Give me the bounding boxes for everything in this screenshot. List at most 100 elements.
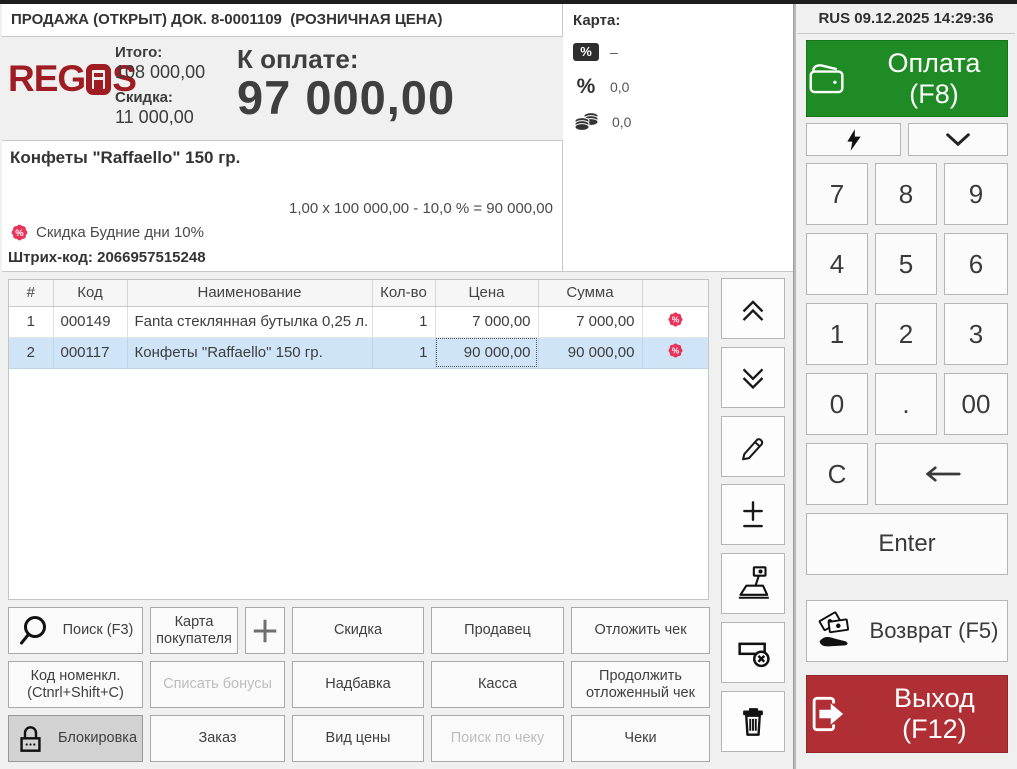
resume-held-receipt-button[interactable]: Продолжить отложенный чек bbox=[571, 661, 710, 708]
exit-door-icon bbox=[807, 692, 849, 736]
move-up-button[interactable] bbox=[721, 278, 785, 339]
move-down-button[interactable] bbox=[721, 347, 785, 408]
card-panel: Карта: % – % 0,0 0,0 bbox=[563, 4, 793, 272]
logo-text-left: REG bbox=[8, 58, 85, 100]
key-9[interactable]: 9 bbox=[944, 163, 1008, 225]
receipts-button[interactable]: Чеки bbox=[571, 715, 710, 762]
discount-total-label: Скидка: bbox=[115, 89, 173, 106]
card-discount-value: – bbox=[610, 44, 618, 60]
order-button[interactable]: Заказ bbox=[150, 715, 285, 762]
col-header-qty: Кол-во bbox=[372, 280, 435, 306]
to-pay-value: 97 000,00 bbox=[237, 70, 455, 125]
hold-receipt-button[interactable]: Отложить чек bbox=[571, 607, 710, 654]
key-enter[interactable]: Enter bbox=[806, 513, 1008, 575]
backspace-icon bbox=[919, 462, 965, 486]
lock-button-label: Блокировка bbox=[58, 730, 137, 747]
key-6[interactable]: 6 bbox=[944, 233, 1008, 295]
percent-icon: % bbox=[573, 77, 599, 97]
cell-discount-icon: % bbox=[642, 337, 708, 368]
cell-name: Конфеты "Raffaello" 150 гр. bbox=[127, 337, 372, 368]
cell-price: 7 000,00 bbox=[435, 306, 538, 337]
customer-card-button[interactable]: Карта покупателя bbox=[150, 607, 238, 654]
cell-code: 000149 bbox=[53, 306, 127, 337]
subtotal-label: Итого: bbox=[115, 44, 162, 61]
search-icon bbox=[18, 615, 52, 647]
cell-price-focused[interactable]: 90 000,00 bbox=[435, 337, 538, 368]
move-up-icon bbox=[734, 290, 772, 328]
cash-register-button[interactable]: Касса bbox=[431, 661, 564, 708]
item-discount-note: Скидка Будние дни 10% bbox=[36, 224, 204, 241]
discount-total-value: 11 000,00 bbox=[115, 107, 194, 128]
refund-button-label: Возврат (F5) bbox=[870, 618, 999, 644]
svg-text:%: % bbox=[15, 228, 24, 239]
logo-o bbox=[86, 64, 111, 95]
status-bar: RUS 09.12.2025 14:29:36 bbox=[797, 4, 1015, 34]
wallet-icon bbox=[807, 61, 848, 97]
item-discount-row: % Скидка Будние дни 10% bbox=[10, 223, 204, 242]
search-button[interactable]: Поиск (F3) bbox=[8, 607, 143, 654]
key-1[interactable]: 1 bbox=[806, 303, 868, 365]
key-backspace[interactable] bbox=[875, 443, 1008, 505]
key-5[interactable]: 5 bbox=[875, 233, 937, 295]
key-0[interactable]: 0 bbox=[806, 373, 868, 435]
table-row[interactable]: 1 000149 Fanta стеклянная бутылка 0,25 л… bbox=[9, 306, 708, 337]
edit-line-button[interactable] bbox=[721, 416, 785, 477]
scale-button[interactable] bbox=[721, 553, 785, 614]
cell-sum: 90 000,00 bbox=[538, 337, 642, 368]
key-8[interactable]: 8 bbox=[875, 163, 937, 225]
receipt-search-button: Поиск по чеку bbox=[431, 715, 564, 762]
right-panel: RUS 09.12.2025 14:29:36 Оплата (F8) 7 8 … bbox=[797, 0, 1017, 769]
exit-button[interactable]: Выход (F12) bbox=[806, 675, 1008, 753]
move-down-icon bbox=[734, 359, 772, 397]
key-3[interactable]: 3 bbox=[944, 303, 1008, 365]
table-header-row: # Код Наименование Кол-во Цена Сумма bbox=[9, 280, 708, 306]
key-clear[interactable]: C bbox=[806, 443, 868, 505]
plus-minus-icon bbox=[734, 496, 772, 534]
seller-button[interactable]: Продавец bbox=[431, 607, 564, 654]
key-7[interactable]: 7 bbox=[806, 163, 868, 225]
price-type-button[interactable]: Вид цены bbox=[292, 715, 424, 762]
quick-action-button[interactable] bbox=[806, 123, 901, 156]
writeoff-bonuses-button: Списать бонусы bbox=[150, 661, 285, 708]
pay-button[interactable]: Оплата (F8) bbox=[806, 40, 1008, 117]
subtotal-value: 108 000,00 bbox=[115, 62, 205, 83]
discount-button[interactable]: Скидка bbox=[292, 607, 424, 654]
lock-button[interactable]: Блокировка bbox=[8, 715, 143, 762]
cell-code: 000117 bbox=[53, 337, 127, 368]
expand-keypad-button[interactable] bbox=[908, 123, 1008, 156]
table-row-selected[interactable]: 2 000117 Конфеты "Raffaello" 150 гр. 1 9… bbox=[9, 337, 708, 368]
lock-icon bbox=[14, 721, 47, 757]
refund-button[interactable]: Возврат (F5) bbox=[806, 600, 1008, 662]
scale-icon bbox=[733, 564, 773, 604]
item-code-button[interactable]: Код номенкл. (Ctnrl+Shift+C) bbox=[8, 661, 143, 708]
items-table: # Код Наименование Кол-во Цена Сумма 1 0… bbox=[9, 280, 708, 369]
col-header-code: Код bbox=[53, 280, 127, 306]
discount-starburst-icon: % bbox=[667, 342, 684, 359]
cell-name: Fanta стеклянная бутылка 0,25 л. bbox=[127, 306, 372, 337]
key-00[interactable]: 00 bbox=[944, 373, 1008, 435]
item-detail-panel: Конфеты "Raffaello" 150 гр. 1,00 x 100 0… bbox=[2, 140, 563, 272]
items-table-panel: # Код Наименование Кол-во Цена Сумма 1 0… bbox=[8, 279, 709, 600]
key-2[interactable]: 2 bbox=[875, 303, 937, 365]
plus-minus-button[interactable] bbox=[721, 484, 785, 545]
void-line-button[interactable] bbox=[721, 622, 785, 683]
key-dot[interactable]: . bbox=[875, 373, 937, 435]
trash-icon bbox=[734, 703, 772, 741]
item-name: Конфеты "Raffaello" 150 гр. bbox=[10, 148, 240, 168]
sale-title: ПРОДАЖА (ОТКРЫТ) ДОК. 8-0001109 (РОЗНИЧН… bbox=[2, 4, 563, 37]
surcharge-button[interactable]: Надбавка bbox=[292, 661, 424, 708]
card-percent-row: % 0,0 bbox=[573, 75, 783, 99]
discount-starburst-icon: % bbox=[10, 223, 29, 242]
cell-discount-icon: % bbox=[642, 306, 708, 337]
delete-line-button[interactable] bbox=[721, 691, 785, 752]
col-header-num: # bbox=[9, 280, 53, 306]
discount-starburst-icon: % bbox=[667, 311, 684, 328]
col-header-name: Наименование bbox=[127, 280, 372, 306]
key-4[interactable]: 4 bbox=[806, 233, 868, 295]
cell-sum: 7 000,00 bbox=[538, 306, 642, 337]
plus-icon bbox=[250, 616, 280, 646]
card-discount-row: % – bbox=[573, 40, 783, 64]
item-calculation: 1,00 x 100 000,00 - 10,0 % = 90 000,00 bbox=[289, 200, 553, 217]
add-item-button[interactable] bbox=[245, 607, 285, 654]
action-grid: Поиск (F3) Карта покупателя Скидка Прода… bbox=[8, 607, 710, 762]
